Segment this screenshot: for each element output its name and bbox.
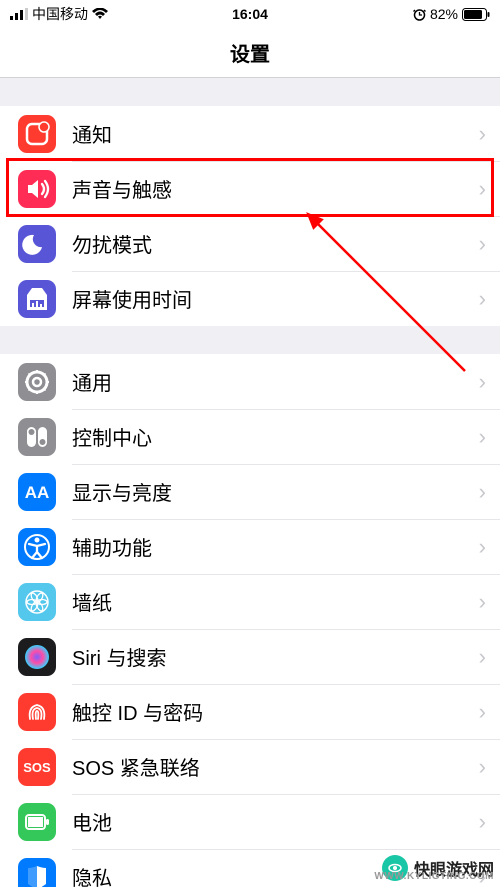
settings-row-controlcenter[interactable]: 控制中心› <box>0 409 500 464</box>
chevron-right-icon: › <box>479 424 500 450</box>
navbar: 设置 <box>0 28 500 78</box>
settings-row-battery[interactable]: 电池› <box>0 794 500 849</box>
dnd-icon <box>18 225 56 263</box>
siri-icon <box>18 638 56 676</box>
screentime-icon <box>18 280 56 318</box>
settings-row-sos[interactable]: SOS SOS 紧急联络› <box>0 739 500 794</box>
sounds-icon <box>18 170 56 208</box>
settings-row-label: 勿扰模式 <box>56 229 479 258</box>
status-bar: 中国移动 16:04 82% <box>0 0 500 28</box>
signal-icon <box>10 8 28 20</box>
status-time: 16:04 <box>232 6 268 22</box>
settings-row-label: 显示与亮度 <box>56 477 479 506</box>
wallpaper-icon <box>18 583 56 621</box>
settings-row-label: 通知 <box>56 119 479 148</box>
status-left: 中国移动 <box>10 4 108 24</box>
display-icon: AA <box>18 473 56 511</box>
settings-row-label: 通用 <box>56 367 479 396</box>
notifications-icon <box>18 115 56 153</box>
chevron-right-icon: › <box>479 754 500 780</box>
settings-row-label: 声音与触感 <box>56 174 479 203</box>
carrier-label: 中国移动 <box>32 4 88 24</box>
chevron-right-icon: › <box>479 231 500 257</box>
chevron-right-icon: › <box>479 121 500 147</box>
battery-icon <box>462 8 490 21</box>
settings-row-label: 屏幕使用时间 <box>56 284 479 313</box>
settings-row-screentime[interactable]: 屏幕使用时间› <box>0 271 500 326</box>
chevron-right-icon: › <box>479 589 500 615</box>
settings-row-label: 触控 ID 与密码 <box>56 697 479 726</box>
chevron-right-icon: › <box>479 369 500 395</box>
status-right: 82% <box>413 6 490 22</box>
chevron-right-icon: › <box>479 286 500 312</box>
settings-row-notifications[interactable]: 通知› <box>0 106 500 161</box>
page-title: 设置 <box>230 38 270 67</box>
settings-row-sounds[interactable]: 声音与触感› <box>0 161 500 216</box>
chevron-right-icon: › <box>479 176 500 202</box>
settings-row-wallpaper[interactable]: 墙纸› <box>0 574 500 629</box>
settings-row-label: 辅助功能 <box>56 532 479 561</box>
chevron-right-icon: › <box>479 479 500 505</box>
settings-group: 通知›声音与触感›勿扰模式›屏幕使用时间› <box>0 106 500 326</box>
settings-row-general[interactable]: 通用› <box>0 354 500 409</box>
chevron-right-icon: › <box>479 809 500 835</box>
battery-icon <box>18 803 56 841</box>
settings-row-touchid[interactable]: 触控 ID 与密码› <box>0 684 500 739</box>
svg-text:AA: AA <box>25 483 50 502</box>
sos-icon: SOS <box>18 748 56 786</box>
privacy-icon <box>18 858 56 887</box>
settings-row-label: 控制中心 <box>56 422 479 451</box>
accessibility-icon <box>18 528 56 566</box>
chevron-right-icon: › <box>479 534 500 560</box>
settings-group: 通用›控制中心›AA显示与亮度›辅助功能›墙纸›Siri 与搜索›触控 ID 与… <box>0 354 500 887</box>
settings-row-label: 墙纸 <box>56 587 479 616</box>
settings-row-label: 电池 <box>56 807 479 836</box>
settings-row-accessibility[interactable]: 辅助功能› <box>0 519 500 574</box>
settings-row-display[interactable]: AA 显示与亮度› <box>0 464 500 519</box>
settings-row-siri[interactable]: Siri 与搜索› <box>0 629 500 684</box>
general-icon <box>18 363 56 401</box>
chevron-right-icon: › <box>479 644 500 670</box>
controlcenter-icon <box>18 418 56 456</box>
battery-pct: 82% <box>430 6 458 22</box>
svg-text:SOS: SOS <box>23 760 51 775</box>
alarm-icon <box>413 8 426 21</box>
watermark-url: WWW.KYLIGTING.COM <box>374 871 494 882</box>
wifi-icon <box>92 8 108 20</box>
settings-row-label: Siri 与搜索 <box>56 642 479 671</box>
touchid-icon <box>18 693 56 731</box>
settings-row-dnd[interactable]: 勿扰模式› <box>0 216 500 271</box>
watermark: 快眼游戏网 WWW.KYLIGTING.COM <box>382 855 494 881</box>
settings-row-label: SOS 紧急联络 <box>56 752 479 781</box>
chevron-right-icon: › <box>479 699 500 725</box>
